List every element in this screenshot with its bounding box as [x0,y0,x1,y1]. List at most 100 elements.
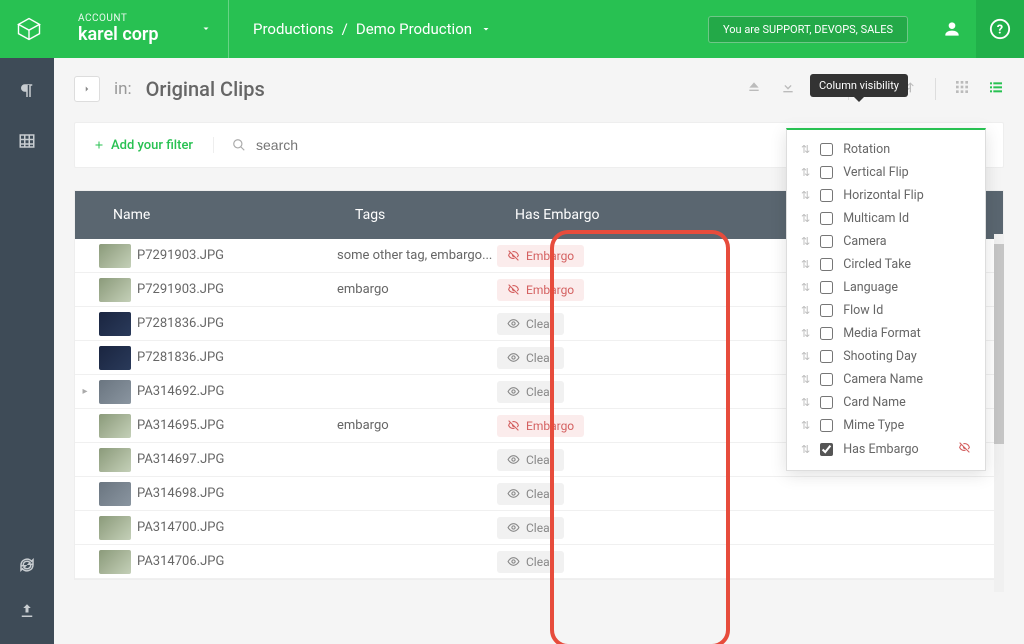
embargo-badge[interactable]: Embargo [497,245,584,267]
column-checkbox[interactable] [820,258,833,271]
expand-sidebar-button[interactable] [74,76,100,102]
drag-handle-icon[interactable]: ⇅ [801,235,810,248]
thumbnail [99,312,131,336]
drag-handle-icon[interactable]: ⇅ [801,212,810,225]
column-option[interactable]: ⇅ Circled Take [787,253,985,276]
column-option[interactable]: ⇅Multicam Id [787,207,985,230]
embargo-badge[interactable]: Clear [497,551,564,573]
embargo-cell: Embargo [497,415,647,437]
thumbnail [99,346,131,370]
column-option-label: Camera Name [843,372,923,387]
column-checkbox[interactable] [820,396,833,409]
roles-badge: You are SUPPORT, DEVOPS, SALES [708,16,908,43]
add-filter-button[interactable]: Add your filter [93,138,193,153]
embargo-badge[interactable]: Clear [497,381,564,403]
embargo-badge[interactable]: Clear [497,483,564,505]
column-option[interactable]: ⇅Horizontal Flip [787,184,985,207]
drag-handle-icon[interactable]: ⇅ [801,419,810,432]
file-name: P7281836.JPG [137,350,337,365]
column-option[interactable]: ⇅ Language [787,276,985,299]
paragraph-icon[interactable] [18,82,36,104]
breadcrumb[interactable]: Productions / Demo Production [228,0,516,58]
embargo-badge[interactable]: Clear [497,517,564,539]
column-checkbox[interactable] [820,235,833,248]
column-option[interactable]: ⇅ Card Name [787,391,985,414]
column-option[interactable]: ⇅ Has Embargo [787,437,985,462]
column-checkbox[interactable] [820,373,833,386]
column-option-label: Card Name [843,395,906,410]
thumbnail [99,516,131,540]
tags-cell: some other tag, embargo... [337,248,497,263]
embargo-cell: Clear [497,449,647,471]
left-sidebar [0,58,54,644]
in-label: in: [114,79,132,99]
embargo-badge[interactable]: Embargo [497,279,584,301]
download-icon[interactable] [780,79,796,99]
refresh-icon[interactable] [18,556,36,578]
grid-view-icon[interactable] [954,79,970,99]
column-option[interactable]: ⇅ Camera Name [787,368,985,391]
column-option-label: Has Embargo [843,442,918,457]
table-row[interactable]: PA314700.JPG Clear [75,511,1003,545]
user-icon[interactable] [928,0,976,58]
scrollbar[interactable] [994,234,1004,592]
column-checkbox[interactable] [820,350,833,363]
eye-off-icon[interactable] [958,441,971,458]
column-option[interactable]: ⇅Media Format [787,322,985,345]
embargo-cell: Clear [497,517,647,539]
drag-handle-icon[interactable]: ⇅ [801,373,810,386]
help-icon[interactable]: ? [976,0,1024,58]
account-switcher[interactable]: ACCOUNT karel corp [58,0,228,58]
column-option[interactable]: ⇅Mime Type [787,414,985,437]
drag-handle-icon[interactable]: ⇅ [801,143,810,156]
column-option[interactable]: ⇅ Vertical Flip [787,161,985,184]
table-row[interactable]: PA314706.JPG Clear [75,545,1003,579]
column-checkbox[interactable] [820,327,833,340]
column-option[interactable]: ⇅Flow Id [787,299,985,322]
column-header-tags[interactable]: Tags [355,207,515,223]
table-icon[interactable] [18,132,36,154]
column-checkbox[interactable] [820,189,833,202]
list-view-icon[interactable] [988,79,1004,99]
column-checkbox[interactable] [820,281,833,294]
column-checkbox[interactable] [820,443,833,456]
embargo-badge[interactable]: Embargo [497,415,584,437]
embargo-badge[interactable]: Clear [497,313,564,335]
drag-handle-icon[interactable]: ⇅ [801,327,810,340]
drag-handle-icon[interactable]: ⇅ [801,350,810,363]
file-name: PA314692.JPG [137,384,337,399]
drag-handle-icon[interactable]: ⇅ [801,443,810,456]
column-header-name[interactable]: Name [75,207,355,223]
embargo-badge[interactable]: Clear [497,347,564,369]
expand-row-icon[interactable]: ▸ [75,386,95,397]
thumbnail [99,448,131,472]
embargo-cell: Clear [497,347,647,369]
upload-icon[interactable] [18,602,36,624]
drag-handle-icon[interactable]: ⇅ [801,396,810,409]
file-name: P7291903.JPG [137,282,337,297]
drag-handle-icon[interactable]: ⇅ [801,166,810,179]
drag-handle-icon[interactable]: ⇅ [801,281,810,294]
column-checkbox[interactable] [820,143,833,156]
column-checkbox[interactable] [820,419,833,432]
column-option-label: Language [843,280,898,295]
column-option[interactable]: ⇅Rotation [787,138,985,161]
drag-handle-icon[interactable]: ⇅ [801,258,810,271]
column-option-label: Circled Take [843,257,911,272]
eject-icon[interactable] [746,79,762,99]
thumbnail [99,380,131,404]
column-option[interactable]: ⇅Shooting Day [787,345,985,368]
column-checkbox[interactable] [820,212,833,225]
logo[interactable] [0,0,58,58]
drag-handle-icon[interactable]: ⇅ [801,189,810,202]
column-checkbox[interactable] [820,304,833,317]
table-row[interactable]: PA314698.JPG Clear [75,477,1003,511]
embargo-cell: Clear [497,313,647,335]
column-checkbox[interactable] [820,166,833,179]
search-icon [232,138,246,152]
column-option[interactable]: ⇅Camera [787,230,985,253]
column-header-embargo[interactable]: Has Embargo [515,207,655,223]
embargo-badge[interactable]: Clear [497,449,564,471]
drag-handle-icon[interactable]: ⇅ [801,304,810,317]
column-option-label: Vertical Flip [843,165,908,180]
